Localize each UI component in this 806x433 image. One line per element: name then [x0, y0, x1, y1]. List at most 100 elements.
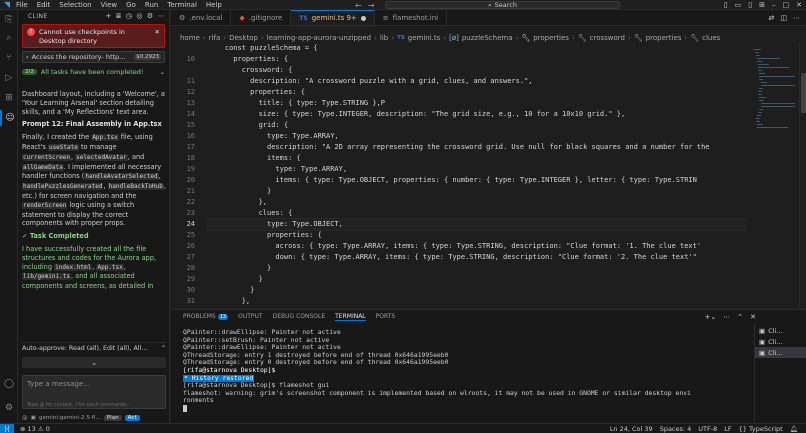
- terminal[interactable]: QPainter::drawEllipse: Painter not activ…: [171, 323, 754, 423]
- code-line[interactable]: 12 properties: {: [171, 87, 747, 98]
- breadcrumb-item[interactable]: Desktop: [229, 34, 258, 42]
- code-editor[interactable]: const puzzleSchema = {10 properties: { c…: [171, 43, 747, 308]
- layout-icon[interactable]: ⊞: [759, 1, 765, 9]
- breadcrumb-item[interactable]: properties: [646, 34, 682, 42]
- remote-indicator-icon[interactable]: ⟩⟨: [0, 423, 14, 433]
- menu-help[interactable]: Help: [206, 1, 222, 9]
- maximize-panel-icon[interactable]: ⌃: [737, 313, 743, 321]
- forward-arrow-icon[interactable]: →: [368, 1, 375, 10]
- at-mention-icon[interactable]: @: [22, 415, 28, 421]
- problems-status[interactable]: ⊗ 13 ⚠ 0: [20, 425, 50, 433]
- tab-problems[interactable]: PROBLEMS 13: [183, 313, 229, 320]
- image-icon[interactable]: ▣: [31, 415, 36, 421]
- tab-gitignore[interactable]: ◆ .gitignore: [231, 10, 292, 25]
- dismiss-error-icon[interactable]: ✕: [155, 28, 160, 44]
- scroll-to-bottom-button[interactable]: ⌄: [22, 357, 166, 368]
- code-line[interactable]: crossword: {: [171, 65, 747, 76]
- scrollbar-thumb[interactable]: [801, 73, 806, 113]
- unsaved-dot-icon[interactable]: [360, 15, 366, 21]
- minimize-icon[interactable]: –: [772, 1, 776, 9]
- code-line[interactable]: 13 title: { type: Type.STRING },P: [171, 98, 747, 109]
- code-line[interactable]: 22 },: [171, 197, 747, 208]
- more-icon[interactable]: ⋯: [158, 12, 165, 20]
- close-panel-icon[interactable]: ✕: [750, 313, 756, 321]
- source-control-icon[interactable]: ⑂: [0, 50, 18, 66]
- tab-gemini-ts[interactable]: TS gemini.ts 9+: [291, 10, 375, 25]
- code-line[interactable]: 21 }: [171, 186, 747, 197]
- compare-icon[interactable]: ⇄: [769, 14, 775, 22]
- code-line[interactable]: 23 clues: {: [171, 208, 747, 219]
- tab-env-local[interactable]: ⚙ .env.local: [171, 10, 232, 25]
- menu-view[interactable]: View: [101, 1, 118, 9]
- code-line[interactable]: 31 },: [171, 296, 747, 307]
- model-selector[interactable]: gemini:gemini-2.5-fl...: [39, 415, 101, 421]
- tab-terminal[interactable]: TERMINAL: [335, 313, 366, 321]
- breadcrumb-item[interactable]: clues: [702, 34, 720, 42]
- code-line[interactable]: 28 }: [171, 263, 747, 274]
- terminal-session[interactable]: ▣ Cli...: [755, 325, 806, 336]
- plan-mode-button[interactable]: Plan: [103, 415, 122, 421]
- notifications-bell-icon[interactable]: 🔔︎: [790, 425, 798, 433]
- tab-output[interactable]: OUTPUT: [238, 313, 262, 320]
- close-window-icon[interactable]: ✕: [796, 1, 802, 9]
- new-task-icon[interactable]: +: [105, 12, 111, 20]
- toggle-secondary-sidebar-icon[interactable]: ▯: [748, 1, 752, 9]
- code-line[interactable]: 15 grid: {: [171, 120, 747, 131]
- mcp-servers-icon[interactable]: ≣: [116, 12, 122, 20]
- maximize-icon[interactable]: □: [783, 1, 790, 9]
- settings-gear-icon[interactable]: ⚙: [0, 400, 18, 416]
- menu-run[interactable]: Run: [145, 1, 158, 9]
- explorer-icon[interactable]: ⎘: [0, 12, 18, 28]
- breadcrumb-item[interactable]: crossword: [590, 34, 625, 42]
- code-line[interactable]: 18 items: {: [171, 153, 747, 164]
- cline-robot-icon[interactable]: ☺: [0, 110, 18, 126]
- code-line[interactable]: 11 description: "A crossword puzzle with…: [171, 76, 747, 87]
- breadcrumb-item[interactable]: properties: [533, 34, 569, 42]
- todo-progress[interactable]: 2/2 All tasks have been completed! ⌄: [22, 66, 165, 77]
- toggle-panel-icon[interactable]: ▭: [735, 1, 742, 9]
- menu-edit[interactable]: Edit: [37, 1, 51, 9]
- code-line[interactable]: 25 properties: {: [171, 230, 747, 241]
- breadcrumb-item[interactable]: home: [180, 34, 200, 42]
- extensions-icon[interactable]: ⊞: [0, 90, 18, 106]
- accounts-icon[interactable]: ◯: [0, 376, 18, 392]
- code-line[interactable]: 14 size: { type: Type.INTEGER, descripti…: [171, 109, 747, 120]
- task-header[interactable]: › Access the repository- http... $0.2923: [22, 51, 165, 63]
- breadcrumb-item[interactable]: lib: [380, 34, 388, 42]
- menu-file[interactable]: File: [16, 1, 28, 9]
- code-line[interactable]: 32 wordSearch: {: [171, 307, 747, 308]
- code-line[interactable]: 27 down: { type: Type.ARRAY, items: { ty…: [171, 252, 747, 263]
- cursor-position[interactable]: Ln 24, Col 39: [610, 425, 653, 433]
- code-line[interactable]: 26 across: { type: Type.ARRAY, items: { …: [171, 241, 747, 252]
- more-actions-icon[interactable]: ⋯: [793, 14, 800, 22]
- toggle-sidebar-icon[interactable]: ▯: [724, 1, 728, 9]
- cline-settings-icon[interactable]: ⚙: [147, 12, 154, 20]
- code-line[interactable]: 30 }: [171, 285, 747, 296]
- auto-approve-bar[interactable]: Auto-approve: Read (all), Edit (all), Al…: [22, 342, 166, 352]
- tab-flameshot-ini[interactable]: ≡ flameshot.ini: [375, 10, 448, 25]
- more-icon[interactable]: ⋯: [723, 313, 730, 321]
- editor-scrollbar[interactable]: [799, 43, 806, 308]
- code-line[interactable]: 17 description: "A 2D array representing…: [171, 142, 747, 153]
- code-line[interactable]: const puzzleSchema = {: [171, 43, 747, 54]
- split-editor-icon[interactable]: ◫: [780, 14, 787, 22]
- account-icon[interactable]: ◎: [136, 12, 143, 20]
- language-mode[interactable]: {} TypeScript: [739, 425, 783, 433]
- minimap[interactable]: [747, 43, 799, 308]
- command-center-search[interactable]: ⌕ Search: [385, 1, 620, 9]
- chat-input[interactable]: Type a message... Type @ for context, / …: [22, 375, 166, 409]
- terminal-session[interactable]: ▣ Cli...: [755, 336, 806, 347]
- search-view-icon[interactable]: ⌕: [0, 30, 18, 46]
- code-line[interactable]: 16 type: Type.ARRAY,: [171, 131, 747, 142]
- code-line[interactable]: 24 type: Type.OBJECT,: [171, 218, 747, 231]
- code-line[interactable]: 10 properties: {: [171, 54, 747, 65]
- tab-ports[interactable]: PORTS: [376, 313, 396, 320]
- menu-terminal[interactable]: Terminal: [167, 1, 197, 9]
- terminal-session[interactable]: ▣ Cli...: [755, 347, 806, 358]
- new-terminal-icon[interactable]: +⌄: [705, 313, 717, 321]
- back-arrow-icon[interactable]: ←: [355, 1, 362, 10]
- encoding[interactable]: UTF-8: [698, 425, 717, 433]
- code-line[interactable]: 29 }: [171, 274, 747, 285]
- code-line[interactable]: 19 type: Type.ARRAY,: [171, 164, 747, 175]
- menu-go[interactable]: Go: [126, 1, 136, 9]
